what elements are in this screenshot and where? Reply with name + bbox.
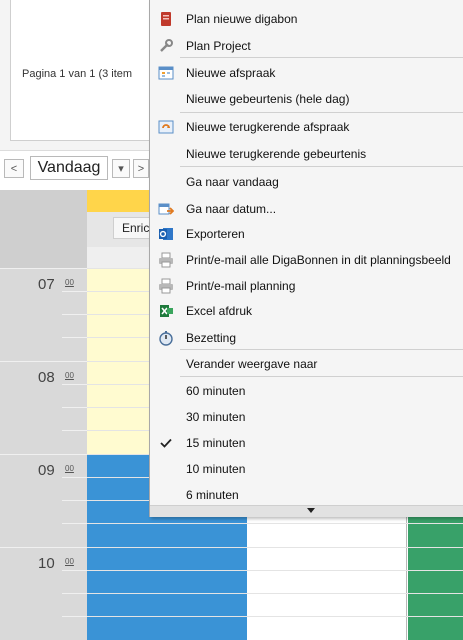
menu-item-label: 30 minuten xyxy=(186,410,246,424)
menu-item-print-e-mail-alle-digabonnen-in-dit-planningsbeeld[interactable]: Print/e-mail alle DigaBonnen in dit plan… xyxy=(150,247,463,273)
minute-label: 00 xyxy=(65,278,74,287)
next-button[interactable]: > xyxy=(133,159,149,178)
hour-label: 09 xyxy=(38,462,55,479)
printer-icon xyxy=(158,278,174,294)
slot-divider xyxy=(87,547,463,548)
check-icon xyxy=(158,435,174,451)
quarter-tick xyxy=(62,616,87,617)
hour-divider xyxy=(0,361,87,362)
menu-item-ga-naar-vandaag[interactable]: Ga naar vandaag xyxy=(150,169,463,195)
context-menu: Plan nieuwe digabon Plan Project Nieuwe af… xyxy=(149,0,463,517)
slot-divider xyxy=(87,570,463,571)
slot-divider xyxy=(87,523,463,524)
menu-item-label: Ga naar datum... xyxy=(186,202,277,216)
quarter-tick xyxy=(62,477,87,478)
previous-button[interactable]: < xyxy=(4,159,24,178)
appointment-block[interactable] xyxy=(408,514,463,640)
quarter-tick xyxy=(62,430,87,431)
menu-item-label: Nieuwe afspraak xyxy=(186,66,276,80)
menu-item-10-minuten[interactable]: 10 minuten xyxy=(150,456,463,482)
menu-item-nieuwe-terugkerende-gebeurtenis[interactable]: Nieuwe terugkerende gebeurtenis xyxy=(150,141,463,167)
menu-item-label: 6 minuten xyxy=(186,488,239,502)
menu-separator xyxy=(180,376,463,377)
menu-separator xyxy=(180,112,463,113)
menu-separator xyxy=(180,166,463,167)
wrench-icon xyxy=(158,38,174,54)
menu-item-verander-weergave-naar[interactable]: Verander weergave naar xyxy=(150,351,463,377)
chevron-down-icon[interactable]: ▾ xyxy=(112,159,130,178)
quarter-tick xyxy=(62,337,87,338)
pager-text: Pagina 1 van 1 (3 item xyxy=(22,68,133,80)
menu-separator xyxy=(180,57,463,58)
goto-date-icon xyxy=(158,201,175,217)
time-column-header xyxy=(0,190,87,268)
hour-label: 10 xyxy=(38,555,55,572)
hour-divider xyxy=(0,268,87,269)
menu-item-nieuwe-afspraak[interactable]: Nieuwe afspraak xyxy=(150,60,463,86)
excel-icon xyxy=(158,303,174,319)
menu-item-15-minuten[interactable]: 15 minuten xyxy=(150,430,463,456)
menu-item-label: Plan Project xyxy=(186,39,251,53)
menu-item-label: Bezetting xyxy=(186,331,237,345)
minute-label: 00 xyxy=(65,464,74,473)
menu-item-label: Nieuwe terugkerende afspraak xyxy=(186,120,350,134)
slot-divider xyxy=(87,593,463,594)
hour-divider xyxy=(0,454,87,455)
menu-item-label: 10 minuten xyxy=(186,462,246,476)
menu-item-label: Print/e-mail planning xyxy=(186,279,296,293)
chevron-down-icon xyxy=(307,508,315,513)
minute-label: 00 xyxy=(65,371,74,380)
menu-item-label: Exporteren xyxy=(186,227,245,241)
menu-item-label: Print/e-mail alle DigaBonnen in dit plan… xyxy=(186,253,451,267)
menu-item-bezetting[interactable]: Bezetting xyxy=(150,325,463,351)
menu-item-print-e-mail-planning[interactable]: Print/e-mail planning xyxy=(150,273,463,299)
quarter-tick xyxy=(62,291,87,292)
menu-item-label: Nieuwe gebeurtenis (hele dag) xyxy=(186,92,350,106)
quarter-tick xyxy=(62,570,87,571)
menu-item-label: Nieuwe terugkerende gebeurtenis xyxy=(186,147,367,161)
printer-icon xyxy=(158,252,174,268)
quarter-tick xyxy=(62,314,87,315)
menu-item-60-minuten[interactable]: 60 minuten xyxy=(150,378,463,404)
menu-item-label: Verander weergave naar xyxy=(186,357,318,371)
menu-item-plan-nieuwe-digabon[interactable]: Plan nieuwe digabon xyxy=(150,6,463,32)
calendar-icon xyxy=(158,65,174,81)
slot-divider xyxy=(87,616,463,617)
quarter-tick xyxy=(62,407,87,408)
quarter-tick xyxy=(62,384,87,385)
quarter-tick xyxy=(62,500,87,501)
menu-item-ga-naar-datum[interactable]: Ga naar datum... xyxy=(150,196,463,222)
menu-item-excel-afdruk[interactable]: Excel afdruk xyxy=(150,298,463,324)
menu-item-30-minuten[interactable]: 30 minuten xyxy=(150,404,463,430)
quarter-tick xyxy=(62,523,87,524)
hour-label: 08 xyxy=(38,369,55,386)
menu-item-label: Excel afdruk xyxy=(186,304,253,318)
menu-item-exporteren[interactable]: Exporteren xyxy=(150,221,463,247)
menu-item-label: Ga naar vandaag xyxy=(186,175,279,189)
hour-divider xyxy=(0,547,87,548)
recurring-icon xyxy=(158,119,174,135)
digabon-icon xyxy=(158,11,174,27)
menu-item-label: 15 minuten xyxy=(186,436,246,450)
minute-label: 00 xyxy=(65,557,74,566)
menu-separator xyxy=(180,349,463,350)
menu-item-label: 60 minuten xyxy=(186,384,246,398)
stopwatch-icon xyxy=(158,330,174,346)
today-button[interactable]: Vandaag xyxy=(30,156,108,180)
quarter-tick xyxy=(62,593,87,594)
menu-item-label: Plan nieuwe digabon xyxy=(186,12,298,26)
menu-scroll-down[interactable] xyxy=(150,505,463,517)
hour-label: 07 xyxy=(38,276,55,293)
menu-item-nieuwe-gebeurtenis-hele-dag[interactable]: Nieuwe gebeurtenis (hele dag) xyxy=(150,86,463,112)
menu-item-plan-project[interactable]: Plan Project xyxy=(150,33,463,59)
outlook-icon xyxy=(158,226,174,242)
menu-item-nieuwe-terugkerende-afspraak[interactable]: Nieuwe terugkerende afspraak xyxy=(150,114,463,140)
